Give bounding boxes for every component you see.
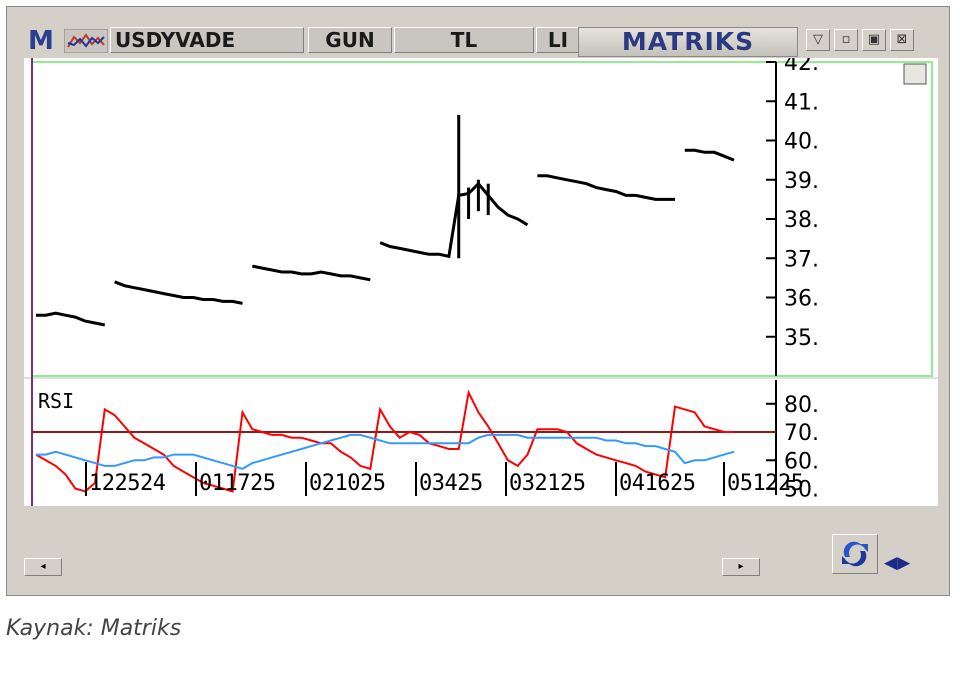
- x-tick-label: 011725: [199, 471, 275, 496]
- x-tick-label: 041625: [619, 471, 695, 496]
- price-tick-label: 40.: [784, 130, 819, 155]
- vendor-logo: MATRIKS: [578, 27, 798, 57]
- partial-tab[interactable]: LI: [536, 27, 580, 53]
- horizontal-scrollbar[interactable]: ◂ ▸: [24, 558, 824, 578]
- price-tick-label: 42.: [784, 58, 819, 76]
- x-tick-label: 021025: [309, 471, 385, 496]
- nav-arrows[interactable]: ◀▶: [884, 552, 936, 574]
- price-tick-label: 36.: [784, 287, 819, 312]
- title-bar: M USDYVADE GUN TL LI MATRIKS ▽ ▫ ▣ ⊠: [24, 24, 938, 58]
- chart-svg: 35.36.37.38.39.40.41.42.50.60.70.80.RSI1…: [24, 58, 938, 506]
- source-caption: Kaynak: Matriks: [6, 616, 182, 641]
- minimize-icon[interactable]: ▫: [834, 29, 858, 51]
- price-tick-label: 41.: [784, 90, 819, 115]
- price-tick-label: 38.: [784, 208, 819, 233]
- symbol-selector[interactable]: USDYVADE: [110, 27, 304, 53]
- restore-icon[interactable]: ▣: [862, 29, 886, 51]
- currency-selector[interactable]: TL: [394, 27, 534, 53]
- x-tick-label: 122524: [89, 471, 166, 496]
- panel-maximize-icon[interactable]: [903, 63, 927, 85]
- scroll-right-button[interactable]: ▸: [722, 558, 760, 576]
- price-tick-label: 39.: [784, 169, 819, 194]
- period-selector[interactable]: GUN: [308, 27, 392, 53]
- brand-logo: M: [28, 26, 54, 56]
- x-tick-label: 051225: [727, 471, 803, 496]
- chart-area: 35. 36. 37. 38. 39. 40. 41. 42. 50. 60. 70. 80. RSI 1…: [24, 58, 938, 506]
- nav-right-icon[interactable]: ▶: [897, 553, 910, 573]
- close-icon[interactable]: ⊠: [890, 29, 914, 51]
- nav-left-icon[interactable]: ◀: [884, 553, 897, 573]
- scroll-left-button[interactable]: ◂: [24, 558, 62, 576]
- dropdown-icon[interactable]: ▽: [806, 29, 830, 51]
- x-tick-label: 032125: [509, 471, 585, 496]
- rsi-tick-label: 80.: [784, 393, 819, 418]
- chart-type-icon[interactable]: [64, 29, 108, 53]
- rsi-title: RSI: [38, 389, 74, 413]
- price-tick-label: 35.: [784, 326, 819, 351]
- price-tick-label: 37.: [784, 247, 819, 272]
- x-tick-label: 03425: [419, 471, 483, 496]
- rsi-tick-label: 70.: [784, 421, 819, 446]
- refresh-icon[interactable]: [832, 534, 878, 574]
